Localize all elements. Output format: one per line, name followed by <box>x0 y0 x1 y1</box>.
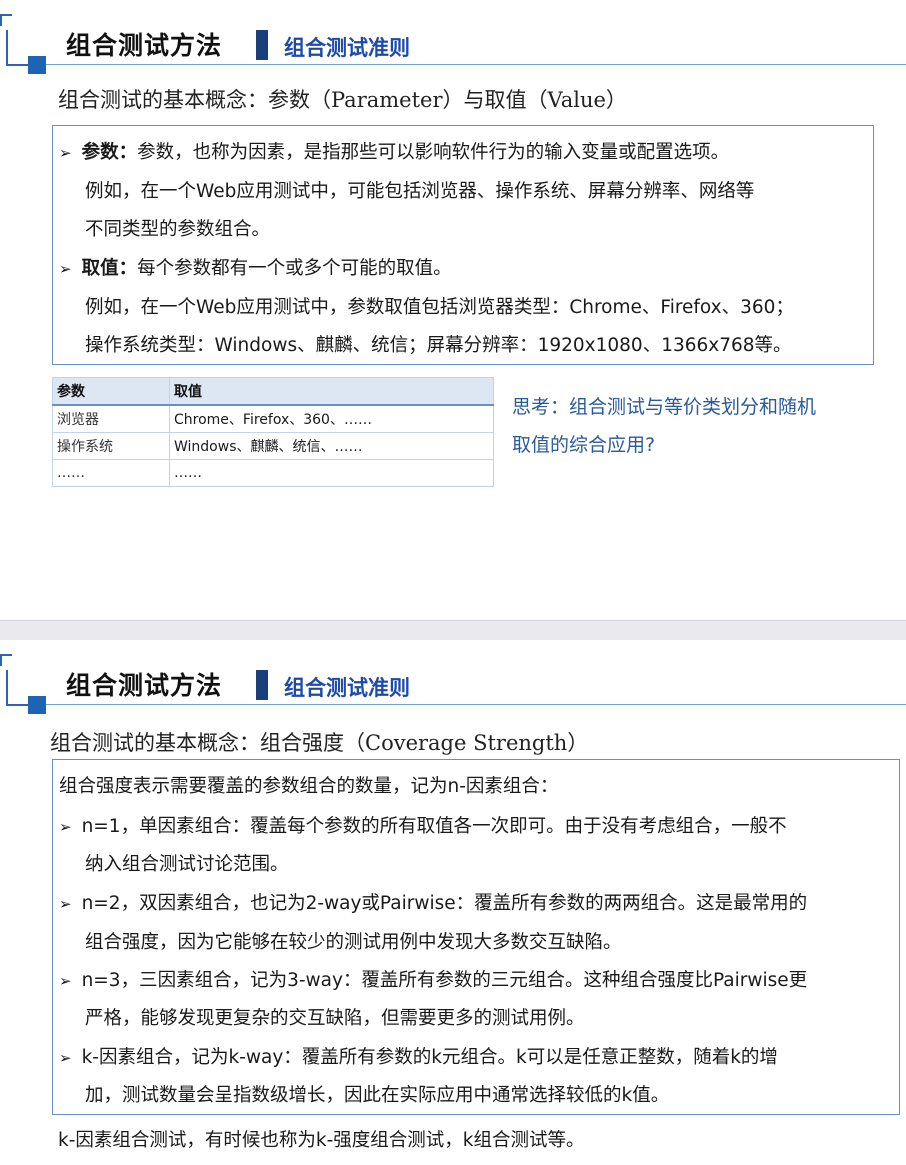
arrow-bullet-icon: ➢ <box>59 972 72 990</box>
header-rule <box>46 64 906 65</box>
bullet-parameter: ➢ 参数：参数，也称为因素，是指那些可以影响软件行为的输入变量或配置选项。 <box>59 138 729 164</box>
bullet-n3: ➢ n=3，三因素组合，记为3-way：覆盖所有参数的三元组合。这种组合强度比Pa… <box>59 966 807 992</box>
table-cell: Windows、麒麟、统信、…… <box>169 432 494 460</box>
bullet-n1: ➢ n=1，单因素组合：覆盖每个参数的所有取值各一次即可。由于没有考虑组合，一般不 <box>59 812 787 838</box>
table-cell: …… <box>52 459 170 487</box>
table-header-cell: 参数 <box>52 377 170 406</box>
table-cell: Chrome、Firefox、360、…… <box>169 404 494 433</box>
concept-heading: 组合测试的基本概念：参数（Parameter）与取值（Value） <box>58 88 627 112</box>
table-header-cell: 取值 <box>169 377 494 406</box>
arrow-bullet-icon: ➢ <box>59 895 72 913</box>
strength-box: 组合强度表示需要覆盖的参数组合的数量，记为n-因素组合： ➢ n=1，单因素组合：… <box>52 759 900 1115</box>
arrow-bullet-icon: ➢ <box>59 144 72 162</box>
parameter-example-line2: 不同类型的参数组合。 <box>85 219 271 240</box>
concept-heading: 组合测试的基本概念：组合强度（Coverage Strength） <box>50 731 589 755</box>
footer-note: k-因素组合测试，有时候也称为k-强度组合测试，k组合测试等。 <box>58 1130 585 1151</box>
arrow-bullet-icon: ➢ <box>59 1049 72 1067</box>
bullet-value: ➢ 取值：每个参数都有一个或多个可能的取值。 <box>59 254 452 280</box>
bullet-n1-cont: 纳入组合测试讨论范围。 <box>85 854 289 875</box>
value-label: 取值： <box>81 258 138 279</box>
table-header-row: 参数 取值 <box>52 377 494 406</box>
slide-subtitle: 组合测试准则 <box>284 676 410 700</box>
table-cell: 操作系统 <box>52 432 170 460</box>
parameter-example-line1: 例如，在一个Web应用测试中，可能包括浏览器、操作系统、屏幕分辨率、网络等 <box>85 181 755 202</box>
bullet-n3-cont: 严格，能够发现更复杂的交互缺陷，但需要更多的测试用例。 <box>85 1008 585 1029</box>
table-row: 操作系统 Windows、麒麟、统信、…… <box>52 432 494 460</box>
table-cell: 浏览器 <box>52 404 170 433</box>
bullet-k-cont: 加，测试数量会呈指数级增长，因此在实际应用中通常选择较低的k值。 <box>85 1085 670 1106</box>
think-question-line1: 思考：组合测试与等价类划分和随机 <box>512 396 817 418</box>
slide-2: 组合测试方法 组合测试准则 组合测试的基本概念：组合强度（Coverage St… <box>0 640 906 1165</box>
corner-decoration <box>0 14 12 26</box>
corner-decoration <box>0 654 12 666</box>
value-text: 每个参数都有一个或多个可能的取值。 <box>137 258 452 279</box>
table-row: 浏览器 Chrome、Firefox、360、…… <box>52 404 494 433</box>
slide-title: 组合测试方法 <box>66 671 223 700</box>
table-cell: …… <box>169 459 494 487</box>
bullet-n2-cont: 组合强度，因为它能够在较少的测试用例中发现大多数交互缺陷。 <box>85 932 622 953</box>
bullet-text: n=2，双因素组合，也记为2-way或Pairwise：覆盖所有参数的两两组合。… <box>81 893 808 914</box>
value-example-line1: 例如，在一个Web应用测试中，参数取值包括浏览器类型：Chrome、Firefo… <box>85 297 794 318</box>
blue-square-decoration <box>28 56 46 74</box>
bullet-text: n=3，三因素组合，记为3-way：覆盖所有参数的三元组合。这种组合强度比Pai… <box>81 970 808 991</box>
value-example-line2: 操作系统类型：Windows、麒麟、统信；屏幕分辨率：1920x1080、136… <box>85 335 792 356</box>
parameter-text: 参数，也称为因素，是指那些可以影响软件行为的输入变量或配置选项。 <box>137 142 730 163</box>
blue-square-decoration <box>28 696 46 714</box>
arrow-bullet-icon: ➢ <box>59 818 72 836</box>
arrow-bullet-icon: ➢ <box>59 260 72 278</box>
slide-separator <box>0 620 906 642</box>
slide-title: 组合测试方法 <box>66 31 223 60</box>
think-question-line2: 取值的综合应用? <box>512 434 656 456</box>
bullet-n2: ➢ n=2，双因素组合，也记为2-way或Pairwise：覆盖所有参数的两两组合… <box>59 889 807 915</box>
strength-intro: 组合强度表示需要覆盖的参数组合的数量，记为n-因素组合： <box>59 776 559 797</box>
bullet-text: n=1，单因素组合：覆盖每个参数的所有取值各一次即可。由于没有考虑组合，一般不 <box>81 816 787 837</box>
bullet-text: k-因素组合，记为k-way：覆盖所有参数的k元组合。k可以是任意正整数，随着k… <box>81 1047 778 1068</box>
parameter-value-table: 参数 取值 浏览器 Chrome、Firefox、360、…… 操作系统 Win… <box>52 377 494 487</box>
slide-subtitle: 组合测试准则 <box>284 36 410 60</box>
title-separator-bar <box>256 30 268 60</box>
bullet-k: ➢ k-因素组合，记为k-way：覆盖所有参数的k元组合。k可以是任意正整数，随着… <box>59 1043 778 1069</box>
table-row: …… …… <box>52 459 494 487</box>
header-rule <box>46 704 906 705</box>
parameter-label: 参数： <box>81 142 138 163</box>
definition-box: ➢ 参数：参数，也称为因素，是指那些可以影响软件行为的输入变量或配置选项。 例如，… <box>52 125 874 365</box>
slide-1: 组合测试方法 组合测试准则 组合测试的基本概念：参数（Parameter）与取值… <box>0 0 906 620</box>
title-separator-bar <box>256 670 268 700</box>
